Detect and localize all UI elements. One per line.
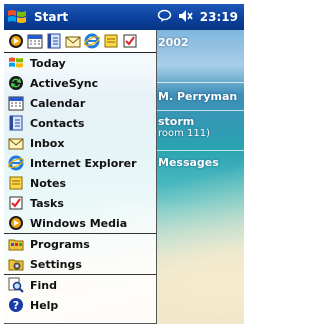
today-icon — [8, 55, 24, 71]
menu-item-label: Contacts — [30, 116, 85, 130]
inbox-icon[interactable] — [65, 33, 81, 49]
menu-item-label: Find — [30, 278, 57, 292]
volume-icon[interactable] — [178, 8, 194, 27]
start-button[interactable] — [4, 4, 30, 30]
internet-explorer-icon[interactable] — [84, 33, 100, 49]
menu-item-label: Inbox — [30, 136, 65, 150]
menu-item-label: Windows Media — [30, 216, 128, 230]
notes-icon — [8, 175, 24, 191]
internet-explorer-icon — [8, 155, 24, 171]
settings-folder-icon — [8, 256, 24, 272]
notes-icon[interactable] — [103, 33, 119, 49]
menu-item-calendar[interactable]: Calendar — [4, 93, 156, 113]
tasks-icon[interactable] — [122, 33, 138, 49]
notification-bubble-icon[interactable] — [157, 8, 172, 27]
menu-item-label: Calendar — [30, 96, 86, 110]
menu-item-internet-explorer[interactable]: Internet Explorer — [4, 153, 156, 173]
contacts-icon[interactable] — [46, 33, 62, 49]
tasks-icon — [8, 195, 24, 211]
menu-item-label: Today — [30, 56, 66, 70]
help-icon: ? — [8, 297, 24, 313]
menu-item-inbox[interactable]: Inbox — [4, 133, 156, 153]
menu-item-label: ActiveSync — [30, 76, 99, 90]
recent-programs-bar — [4, 30, 156, 53]
menu-item-help[interactable]: ? Help — [4, 295, 156, 315]
inbox-icon — [8, 135, 24, 151]
calendar-icon[interactable] — [27, 33, 43, 49]
menu-item-windows-media[interactable]: Windows Media — [4, 213, 156, 233]
calendar-icon — [8, 95, 24, 111]
pocket-pc-screen: Start 23:19 2002 M. Perryman storm room … — [4, 4, 244, 324]
windows-media-icon — [8, 215, 24, 231]
menu-item-find[interactable]: Find — [4, 275, 156, 295]
menu-item-tasks[interactable]: Tasks — [4, 193, 156, 213]
windows-flag-icon — [8, 10, 26, 23]
menu-item-label: Programs — [30, 237, 90, 251]
appointment-location: room 111) — [158, 128, 211, 139]
menu-item-today[interactable]: Today — [4, 53, 156, 73]
start-menu: Today ActiveSync Calendar Contacts Inbox… — [4, 30, 157, 324]
taskbar: Start 23:19 — [4, 4, 244, 30]
menu-item-label: Help — [30, 298, 59, 312]
menu-item-programs[interactable]: Programs — [4, 234, 156, 254]
today-date[interactable]: 2002 — [154, 36, 244, 49]
programs-folder-icon — [8, 236, 24, 252]
today-messages[interactable]: Messages — [154, 150, 244, 174]
menu-item-settings[interactable]: Settings — [4, 254, 156, 274]
menu-item-label: Internet Explorer — [30, 156, 137, 170]
start-title: Start — [34, 10, 69, 24]
menu-item-label: Tasks — [30, 196, 64, 210]
menu-item-label: Notes — [30, 176, 67, 190]
svg-text:?: ? — [13, 299, 19, 312]
menu-item-contacts[interactable]: Contacts — [4, 113, 156, 133]
today-owner-info[interactable]: M. Perryman — [154, 82, 244, 108]
menu-item-label: Settings — [30, 257, 82, 271]
find-icon — [8, 277, 24, 293]
windows-media-icon[interactable] — [8, 33, 24, 49]
appointment-title: storm — [158, 115, 195, 128]
menu-programs-list: Today ActiveSync Calendar Contacts Inbox… — [4, 53, 156, 233]
activesync-icon — [8, 75, 24, 91]
clock[interactable]: 23:19 — [200, 10, 238, 24]
menu-item-activesync[interactable]: ActiveSync — [4, 73, 156, 93]
today-appointment[interactable]: storm room 111) — [154, 110, 244, 150]
menu-item-notes[interactable]: Notes — [4, 173, 156, 193]
contacts-icon — [8, 115, 24, 131]
status-area: 23:19 — [157, 8, 244, 27]
